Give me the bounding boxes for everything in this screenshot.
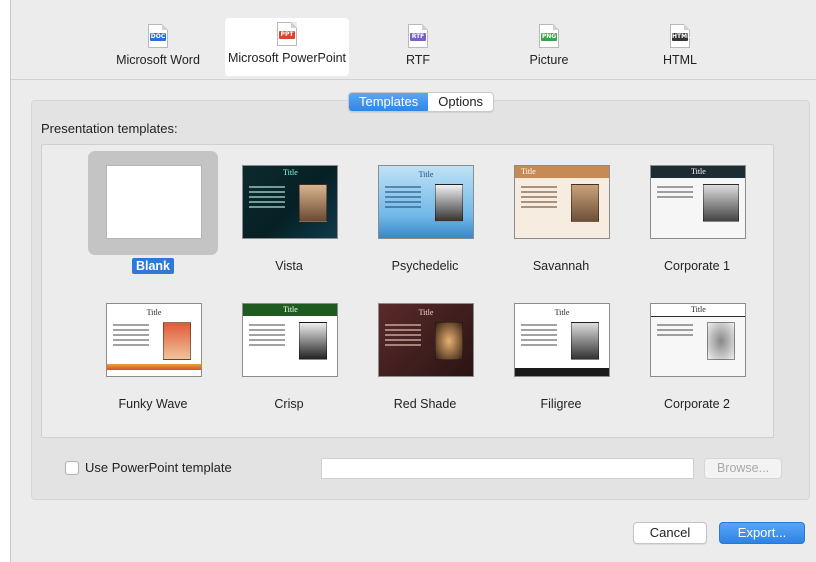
doc-file-icon: DOC — [148, 24, 168, 48]
use-template-checkbox[interactable] — [65, 461, 79, 475]
template-path-field[interactable] — [321, 458, 694, 479]
photo-placeholder — [571, 184, 599, 222]
photo-placeholder — [571, 322, 599, 360]
template-thumbnail: Title — [514, 165, 610, 239]
template-label: Crisp — [274, 397, 304, 411]
format-toolbar: DOC Microsoft Word PPT Microsoft PowerPo… — [11, 0, 816, 80]
template-thumbnail: Title — [242, 165, 338, 239]
tab-switcher: Templates Options — [348, 92, 495, 112]
template-label: Psychedelic — [391, 259, 459, 273]
template-thumbnail: Title — [378, 165, 474, 239]
photo-placeholder — [299, 184, 327, 222]
format-label: RTF — [405, 53, 431, 67]
cancel-button[interactable]: Cancel — [633, 522, 707, 544]
template-label: Filigree — [540, 397, 582, 411]
rtf-file-icon: RTF — [408, 24, 428, 48]
format-rtf-button[interactable]: RTF RTF — [356, 20, 480, 74]
template-grid: Blank Title Vista Title Psychedelic Titl… — [41, 144, 774, 438]
template-savannah[interactable]: Title Savannah — [496, 151, 626, 277]
template-label: Vista — [275, 259, 303, 273]
template-crisp[interactable]: Title Crisp — [224, 289, 354, 415]
template-thumbnail: Title — [650, 303, 746, 377]
template-label: Blank — [131, 258, 175, 274]
format-word-button[interactable]: DOC Microsoft Word — [96, 20, 220, 74]
use-template-label: Use PowerPoint template — [85, 460, 232, 475]
tab-templates[interactable]: Templates — [349, 93, 429, 111]
section-label: Presentation templates: — [41, 121, 178, 136]
template-label: Red Shade — [393, 397, 457, 411]
template-label: Corporate 2 — [663, 397, 730, 411]
template-red-shade[interactable]: Title Red Shade — [360, 289, 490, 415]
browse-button[interactable]: Browse... — [704, 458, 782, 479]
template-thumbnail: Title — [106, 303, 202, 377]
template-label: Savannah — [532, 259, 590, 273]
template-thumbnail: Title — [378, 303, 474, 377]
format-html-button[interactable]: HTML HTML — [618, 20, 742, 74]
template-thumbnail: Title — [650, 165, 746, 239]
html-file-icon: HTML — [670, 24, 691, 48]
template-corporate-2[interactable]: Title Corporate 2 — [632, 289, 762, 415]
template-thumbnail: Title — [514, 303, 610, 377]
template-label: Corporate 1 — [663, 259, 730, 273]
format-label: Microsoft Word — [116, 53, 200, 67]
photo-placeholder — [299, 322, 327, 360]
format-picture-button[interactable]: PNG Picture — [487, 20, 611, 74]
photo-placeholder — [435, 322, 463, 360]
export-dialog: DOC Microsoft Word PPT Microsoft PowerPo… — [10, 0, 816, 562]
ppt-file-icon: PPT — [277, 22, 297, 46]
template-blank[interactable]: Blank — [88, 151, 218, 277]
photo-placeholder — [435, 184, 463, 222]
tab-options[interactable]: Options — [428, 93, 493, 111]
template-vista[interactable]: Title Vista — [224, 151, 354, 277]
export-button[interactable]: Export... — [719, 522, 805, 544]
template-funky-wave[interactable]: Title Funky Wave — [88, 289, 218, 415]
template-thumbnail: Title — [242, 303, 338, 377]
photo-placeholder — [703, 184, 739, 222]
photo-placeholder — [707, 322, 735, 360]
photo-placeholder — [163, 322, 191, 360]
template-label: Funky Wave — [118, 397, 188, 411]
template-psychedelic[interactable]: Title Psychedelic — [360, 151, 490, 277]
template-thumbnail — [106, 165, 202, 239]
template-corporate-1[interactable]: Title Corporate 1 — [632, 151, 762, 277]
format-label: Picture — [529, 53, 569, 67]
format-label: HTML — [662, 53, 698, 67]
template-filigree[interactable]: Title Filigree — [496, 289, 626, 415]
format-powerpoint-button[interactable]: PPT Microsoft PowerPoint — [225, 18, 349, 76]
format-label: Microsoft PowerPoint — [227, 51, 347, 65]
png-file-icon: PNG — [539, 24, 559, 48]
